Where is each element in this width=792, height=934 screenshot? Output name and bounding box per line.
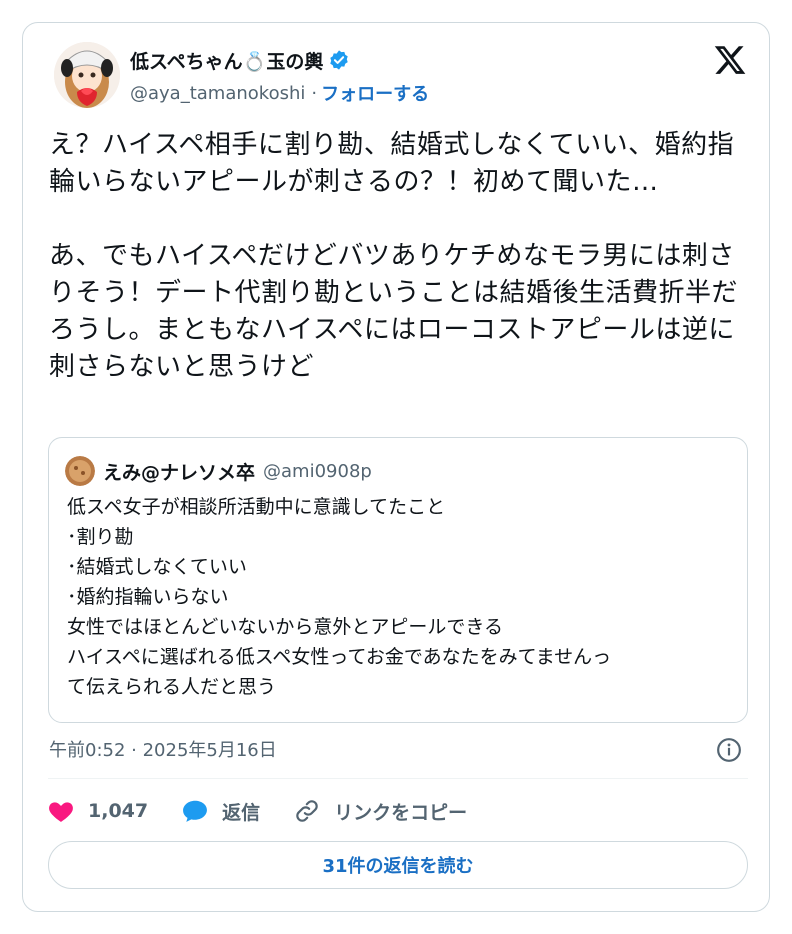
tweet-timestamp[interactable]: 午前0:52 · 2025年5月16日 [49,736,277,762]
reply-button[interactable]: 返信 [182,798,260,825]
copy-link-label: リンクをコピー [334,801,468,824]
divider [48,778,748,779]
author-handle[interactable]: @aya_tamanokoshi [130,83,305,104]
author-name-row: 低スペちゃん💍玉の輿 [130,46,350,74]
follow-button[interactable]: フォローする [321,80,429,106]
verified-badge-icon [330,50,349,70]
read-replies-label: 31件の返信を読む [322,856,474,877]
like-count: 1,047 [88,800,149,822]
quoted-line: ･婚約指輪いらない [67,586,229,608]
tweet-text: え？ハイスペ相手に割り勘、結婚式しなくていい、婚約指輪いらないアピールが刺さるの… [49,127,749,386]
quoted-tweet[interactable]: えみ@ナレソメ卒 @ami0908p 低スペ女子が相談所活動中に意識してたこと … [48,437,748,723]
copy-link-button[interactable]: リンクをコピー [294,798,467,825]
quoted-line: 低スペ女子が相談所活動中に意識してたこと [67,496,446,518]
quoted-line: 女性ではほとんどいないから意外とアピールできる [67,616,504,638]
link-icon [296,800,318,822]
quoted-handle[interactable]: @ami0908p [263,461,372,482]
info-icon[interactable] [716,737,742,763]
tweet-paragraph-2: あ、でもハイスペだけどバツありケチめなモラ男には刺さりそう！デート代割り勘という… [49,241,739,382]
x-logo-icon[interactable] [712,43,748,77]
action-bar: 1,047 返信 リンクをコピー [48,793,501,829]
embedded-tweet-card: 低スペちゃん💍玉の輿 @aya_tamanokoshi · フォローする え？ハ… [22,22,770,912]
quoted-display-name[interactable]: えみ@ナレソメ卒 [103,458,255,485]
separator-dot: · [311,82,318,104]
tweet-paragraph-1: え？ハイスペ相手に割り勘、結婚式しなくていい、婚約指輪いらないアピールが刺さるの… [49,130,735,197]
heart-icon [49,802,73,822]
author-handle-row: @aya_tamanokoshi · フォローする [130,80,429,106]
quoted-line: ハイスペに選ばれる低スペ女性ってお金であなたをみてませんっ [67,646,612,668]
quoted-author-avatar[interactable] [65,456,95,486]
quoted-line: て伝えられる人だと思う [67,676,277,698]
read-replies-button[interactable]: 31件の返信を読む [48,841,748,889]
speech-bubble-icon [183,800,208,822]
quoted-line: ･割り勘 [67,526,134,548]
author-avatar[interactable] [54,42,120,108]
reply-label: 返信 [222,801,261,824]
quoted-line: ･結婚式しなくていい [67,556,247,578]
like-button[interactable]: 1,047 [48,799,148,823]
quoted-text: 低スペ女子が相談所活動中に意識してたこと ･割り勘 ･結婚式しなくていい ･婚約… [67,492,737,702]
anime-girl-avatar-icon [54,42,120,108]
bread-avatar-icon [65,456,95,486]
quoted-header: えみ@ナレソメ卒 @ami0908p [103,458,372,485]
author-display-name[interactable]: 低スペちゃん💍玉の輿 [130,47,323,74]
